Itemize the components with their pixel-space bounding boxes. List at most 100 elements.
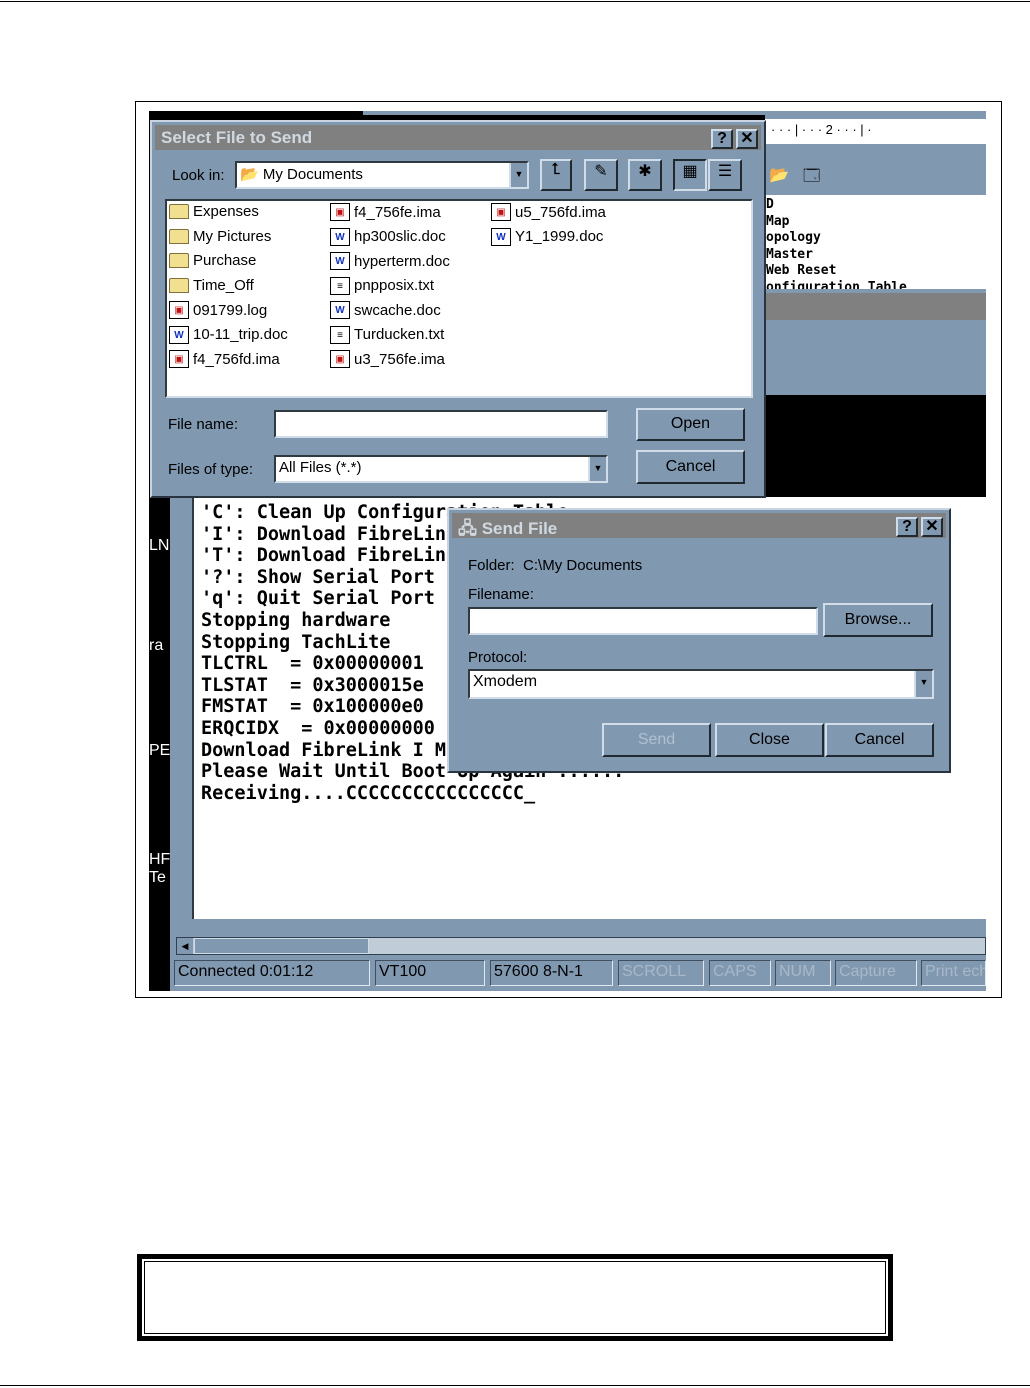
status-port-settings: 57600 8-N-1 <box>490 960 613 986</box>
folder-icon <box>169 228 189 244</box>
status-caps: CAPS <box>709 960 771 986</box>
file-item[interactable]: My Pictures <box>169 228 271 245</box>
ima-icon: ▣ <box>330 203 350 221</box>
file-item[interactable]: ▣ u5_756fd.ima <box>491 203 606 221</box>
cancel-button[interactable]: Cancel <box>825 723 934 757</box>
scrollbar-thumb[interactable] <box>194 938 369 954</box>
background-app: · · · | · · · 2 · · · | · D Map opology … <box>765 115 986 395</box>
send-button[interactable]: Send <box>602 723 711 757</box>
folder-icon <box>169 204 189 219</box>
file-item[interactable]: ≡ pnpposix.txt <box>330 276 435 295</box>
file-name: f4_756fe.ima <box>354 203 441 221</box>
details-view-button[interactable]: ☰ <box>708 159 742 191</box>
file-list[interactable]: Expenses My Pictures Purchase Time_Off ▣ 0917… <box>165 199 753 398</box>
select-file-dialog: Select File to Send ? ✕ Look in: 📂 My Do… <box>150 120 766 498</box>
file-name: hyperterm.doc <box>354 252 450 270</box>
up-one-level-button[interactable]: ⮤ <box>540 159 572 191</box>
txt-icon: ≡ <box>330 276 350 295</box>
status-connected: Connected 0:01:12 <box>174 960 370 986</box>
file-item[interactable]: W 10-11_trip.doc <box>169 325 288 344</box>
file-item[interactable]: Whp300slic.doc <box>330 227 446 246</box>
list-view-button[interactable]: ▦ <box>673 159 707 191</box>
ruler: · · · | · · · 2 · · · | · <box>765 119 986 144</box>
dialog-title-bar: 🖧 Send File ? ✕ <box>452 513 946 538</box>
protocol-select[interactable]: Xmodem ▼ <box>468 669 934 699</box>
chevron-down-icon[interactable]: ▼ <box>509 163 527 187</box>
folder-icon <box>169 253 189 268</box>
file-name: f4_756fd.ima <box>193 350 280 368</box>
folder-icon <box>169 277 189 293</box>
file-item[interactable]: ▣ 091799.log <box>169 301 267 319</box>
close-dialog-button[interactable]: Close <box>715 723 824 757</box>
page-top-rule <box>0 1 1030 2</box>
filename-label: Filename: <box>468 586 534 603</box>
chevron-down-icon[interactable]: ▼ <box>588 457 606 481</box>
send-file-dialog: 🖧 Send File ? ✕ Folder: C:\My Documents … <box>447 508 951 773</box>
status-scroll: SCROLL <box>618 960 704 986</box>
look-in-label: Look in: <box>172 167 225 184</box>
ima-icon: ▣ <box>169 301 189 319</box>
open-button[interactable]: Open <box>636 408 745 441</box>
scroll-left-arrow-icon[interactable]: ◀ <box>177 938 193 954</box>
dialog-title-bar: Select File to Send ? ✕ <box>155 125 761 150</box>
file-name: Turducken.txt <box>354 326 445 343</box>
protocol-label: Protocol: <box>468 649 528 666</box>
ima-icon: ▣ <box>330 350 350 368</box>
file-name: 10-11_trip.doc <box>193 326 288 343</box>
file-item[interactable]: Wswcache.doc <box>330 301 441 319</box>
file-item[interactable]: Expenses <box>169 203 259 220</box>
file-name: swcache.doc <box>354 301 441 319</box>
filename-input[interactable] <box>468 607 818 635</box>
doc-icon: W <box>491 227 511 246</box>
close-button[interactable]: ✕ <box>921 517 943 537</box>
desktop-button[interactable]: ✎ <box>584 159 618 191</box>
txt-icon: ≡ <box>330 325 350 344</box>
properties-icon[interactable]: 🗔 <box>803 165 829 191</box>
file-item[interactable]: ▣ f4_756fe.ima <box>330 203 441 221</box>
file-item[interactable]: ▣ f4_756fd.ima <box>169 350 280 368</box>
doc-icon: W <box>169 325 189 344</box>
file-name: Time_Off <box>193 276 254 294</box>
ima-icon: ▣ <box>169 350 189 368</box>
file-name: Purchase <box>193 252 257 269</box>
file-item[interactable]: Whyperterm.doc <box>330 252 450 270</box>
file-name: Expenses <box>193 203 259 220</box>
look-in-select[interactable]: 📂 My Documents ▼ <box>235 161 529 189</box>
open-folder-icon[interactable]: 📂 <box>769 165 795 191</box>
cancel-button[interactable]: Cancel <box>636 450 745 484</box>
files-of-type-select[interactable]: All Files (*.*) ▼ <box>274 455 608 483</box>
file-name: u5_756fd.ima <box>515 203 606 221</box>
folder-path: Folder: C:\My Documents <box>468 557 643 574</box>
status-capture: Capture <box>835 960 917 986</box>
status-print-echo: Print ech <box>921 960 986 986</box>
dialog-title: Select File to Send <box>161 128 313 147</box>
desktop-icons: LN ra PE HF Te <box>149 537 171 886</box>
close-button[interactable]: ✕ <box>736 129 758 149</box>
browse-button[interactable]: Browse... <box>823 603 933 637</box>
file-name: My Pictures <box>193 227 272 245</box>
status-num: NUM <box>775 960 831 986</box>
chevron-down-icon[interactable]: ▼ <box>914 671 932 697</box>
file-name-input[interactable] <box>274 410 608 438</box>
file-item[interactable]: ▣ u3_756fe.ima <box>330 350 445 368</box>
file-name: u3_756fe.ima <box>354 350 445 368</box>
file-name: pnpposix.txt <box>354 277 435 294</box>
note-box <box>137 1254 893 1341</box>
page-bottom-rule <box>0 1385 1030 1386</box>
file-name: Y1_1999.doc <box>515 228 604 245</box>
doc-icon: W <box>330 252 350 270</box>
file-item[interactable]: W Y1_1999.doc <box>491 227 604 246</box>
new-folder-button[interactable]: ✱ <box>628 159 662 191</box>
hyperterminal-icon: 🖧 <box>458 519 482 538</box>
background-app-text: D Map opology Master Web Reset onfigurat… <box>765 195 986 289</box>
help-button[interactable]: ? <box>896 517 918 537</box>
horizontal-scrollbar[interactable]: ◀ <box>176 937 986 955</box>
status-emulation: VT100 <box>375 960 485 986</box>
file-item[interactable]: Time_Off <box>169 277 254 294</box>
folder-icon: 📂 <box>240 166 263 183</box>
file-item[interactable]: ≡ Turducken.txt <box>330 325 445 344</box>
doc-icon: W <box>330 301 350 319</box>
file-item[interactable]: Purchase <box>169 252 256 269</box>
file-name: 091799.log <box>193 301 268 319</box>
help-button[interactable]: ? <box>711 129 733 149</box>
